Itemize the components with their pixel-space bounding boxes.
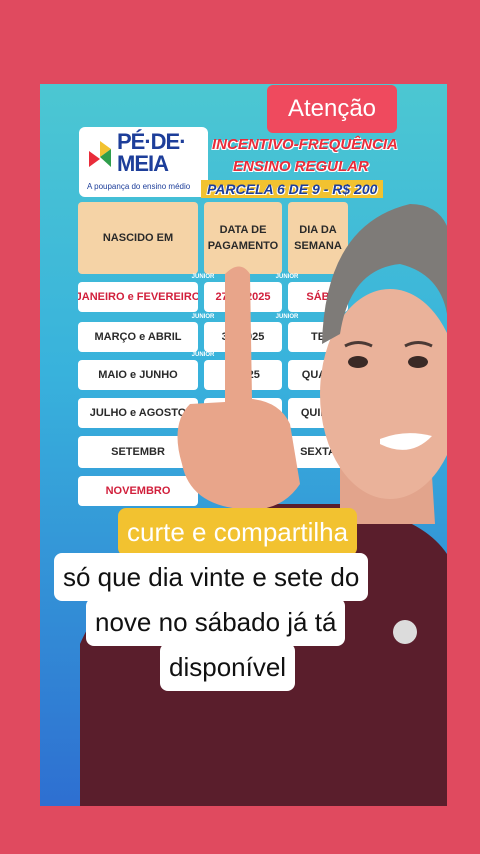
caption-highlight: curte e compartilha xyxy=(118,508,358,556)
caption-line-1: só que dia vinte e sete do xyxy=(54,553,369,601)
caption-line-3: disponível xyxy=(160,643,296,691)
video-frame[interactable]: PÉ·DE· MEIA A poupança do ensino médio I… xyxy=(40,84,447,806)
attention-badge: Atenção xyxy=(267,85,397,133)
presenter-figure xyxy=(80,204,447,806)
caption-line-2: nove no sábado já tá xyxy=(86,598,346,646)
